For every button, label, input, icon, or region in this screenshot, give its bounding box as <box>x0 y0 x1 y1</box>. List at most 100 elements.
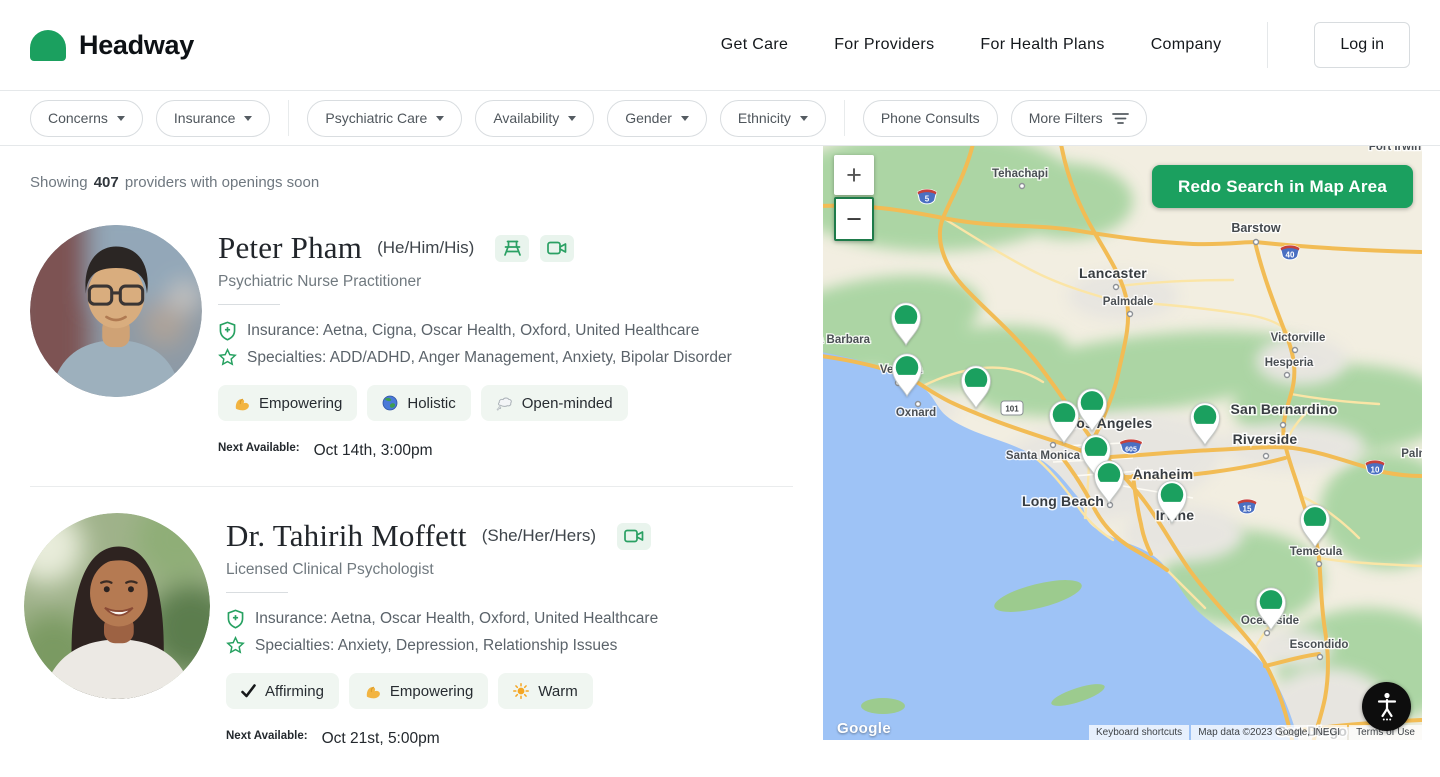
svg-text:15: 15 <box>1243 505 1252 514</box>
map-canvas[interactable]: 5 40 101 605 <box>823 146 1422 740</box>
sun-icon <box>513 683 529 699</box>
filter-psychiatric-care[interactable]: Psychiatric Care <box>307 100 462 137</box>
results-count: 407 <box>92 174 121 191</box>
map-label: Los Angeles <box>1068 415 1153 431</box>
card-divider <box>218 304 280 305</box>
nav-item-get-care[interactable]: Get Care <box>721 36 788 54</box>
provider-title: Licensed Clinical Psychologist <box>226 561 658 579</box>
filter-label: Availability <box>493 110 559 126</box>
filter-bar: Concerns Insurance Psychiatric Care Avai… <box>0 91 1440 146</box>
insurance-text: Insurance: Aetna, Cigna, Oscar Health, O… <box>247 320 699 341</box>
map-label: Temecula <box>1290 546 1343 558</box>
trait-badges: Affirming Empowering <box>226 673 658 709</box>
provider-photo[interactable] <box>30 225 202 397</box>
map-panel: 5 40 101 605 <box>823 146 1422 740</box>
provider-name[interactable]: Dr. Tahirih Moffett <box>226 519 467 553</box>
chevron-down-icon <box>800 116 808 121</box>
specialties-row: Specialties: ADD/ADHD, Anger Management,… <box>218 347 732 368</box>
trait-badge: Empowering <box>349 673 488 709</box>
provider-card-body: Dr. Tahirih Moffett (She/Her/Hers) Lice <box>226 513 658 748</box>
in-person-chair-icon <box>495 235 529 262</box>
filter-more-filters[interactable]: More Filters <box>1011 100 1147 137</box>
map-attribution: Keyboard shortcuts Map data ©2023 Google… <box>1089 725 1422 740</box>
zoom-in-button[interactable]: + <box>834 155 874 195</box>
filter-phone-consults[interactable]: Phone Consults <box>863 100 998 137</box>
map-label: Fort Irwin <box>1369 146 1421 153</box>
map-zoom-control: + − <box>834 155 874 241</box>
map-label: Victorville <box>1271 332 1326 344</box>
star-icon <box>218 348 237 367</box>
trait-badge-label: Open-minded <box>522 395 613 412</box>
svg-text:40: 40 <box>1286 251 1295 260</box>
map-label: Barstow <box>1231 221 1281 235</box>
map-label: Tehachapi <box>992 168 1048 180</box>
thought-bubble-icon <box>496 396 513 411</box>
card-divider <box>226 592 288 593</box>
trait-badge: Empowering <box>218 385 357 421</box>
nav-item-company[interactable]: Company <box>1151 36 1222 54</box>
trait-badge-label: Empowering <box>259 395 342 412</box>
map-label: Anaheim <box>1133 466 1194 482</box>
trait-badge: Affirming <box>226 673 339 709</box>
provider-name[interactable]: Peter Pham <box>218 231 362 265</box>
keyboard-shortcuts-link[interactable]: Keyboard shortcuts <box>1089 725 1189 740</box>
trait-badge: Warm <box>498 673 592 709</box>
chevron-down-icon <box>681 116 689 121</box>
interstate-40-shield: 40 <box>1281 245 1300 260</box>
nav-item-for-providers[interactable]: For Providers <box>834 36 934 54</box>
interstate-10-shield: 10 <box>1366 460 1385 475</box>
login-button[interactable]: Log in <box>1314 22 1410 68</box>
trait-badge: Open-minded <box>481 385 628 421</box>
filter-insurance[interactable]: Insurance <box>156 100 270 137</box>
svg-text:10: 10 <box>1371 466 1380 475</box>
provider-list: Showing 407 providers with openings soon <box>0 146 823 740</box>
filter-gender[interactable]: Gender <box>607 100 707 137</box>
provider-search-page: Headway Get Care For Providers For Healt… <box>0 0 1440 777</box>
provider-photo-image <box>24 513 210 699</box>
provider-card[interactable]: Dr. Tahirih Moffett (She/Her/Hers) Lice <box>30 513 793 748</box>
map-label: Riverside <box>1233 431 1298 447</box>
next-available-value: Oct 21st, 5:00pm <box>322 730 440 748</box>
provider-photo-image <box>30 225 202 397</box>
provider-pronouns: (She/Her/Hers) <box>482 526 596 546</box>
provider-card[interactable]: Peter Pham (He/Him/His) <box>30 225 793 460</box>
muscle-icon <box>233 395 250 412</box>
session-type-chips <box>495 235 574 262</box>
next-available-value: Oct 14th, 3:00pm <box>314 442 433 460</box>
svg-text:605: 605 <box>1125 447 1137 454</box>
headway-logo-icon <box>30 30 66 61</box>
nav-item-for-health-plans[interactable]: For Health Plans <box>980 36 1104 54</box>
interstate-15-shield: 15 <box>1238 499 1257 514</box>
filter-group-divider <box>288 100 289 136</box>
map-label: Long Beach <box>1022 493 1104 509</box>
globe-icon <box>382 395 398 411</box>
filter-concerns[interactable]: Concerns <box>30 100 143 137</box>
provider-title: Psychiatric Nurse Practitioner <box>218 273 732 291</box>
chevron-down-icon <box>568 116 576 121</box>
insurance-row: Insurance: Aetna, Cigna, Oscar Health, O… <box>218 320 732 341</box>
provider-card-body: Peter Pham (He/Him/His) <box>218 225 732 460</box>
filter-ethnicity[interactable]: Ethnicity <box>720 100 826 137</box>
svg-text:5: 5 <box>925 195 930 204</box>
shield-plus-icon <box>218 321 237 341</box>
insurance-text: Insurance: Aetna, Oscar Health, Oxford, … <box>255 608 658 629</box>
provider-pronouns: (He/Him/His) <box>377 238 474 258</box>
redo-search-button[interactable]: Redo Search in Map Area <box>1152 165 1413 208</box>
filter-availability[interactable]: Availability <box>475 100 594 137</box>
map-data-text: Map data ©2023 Google, INEGI <box>1191 725 1347 740</box>
provider-photo[interactable] <box>24 513 210 699</box>
chevron-down-icon <box>244 116 252 121</box>
google-logo[interactable]: Google <box>837 720 891 737</box>
map-label: Escondido <box>1290 639 1349 651</box>
map-label: Santa Barbara <box>823 334 871 346</box>
trait-badges: Empowering Holistic <box>218 385 732 421</box>
results-count-line: Showing 407 providers with openings soon <box>30 174 793 191</box>
headway-logo[interactable]: Headway <box>30 30 194 61</box>
accessibility-widget-button[interactable] <box>1362 682 1411 731</box>
headway-logo-text: Headway <box>79 30 194 61</box>
card-separator <box>30 486 793 487</box>
trait-badge-label: Holistic <box>407 395 455 412</box>
video-camera-icon <box>617 523 651 550</box>
zoom-out-button[interactable]: − <box>834 197 874 241</box>
next-available-label: Next Available: <box>226 730 308 748</box>
